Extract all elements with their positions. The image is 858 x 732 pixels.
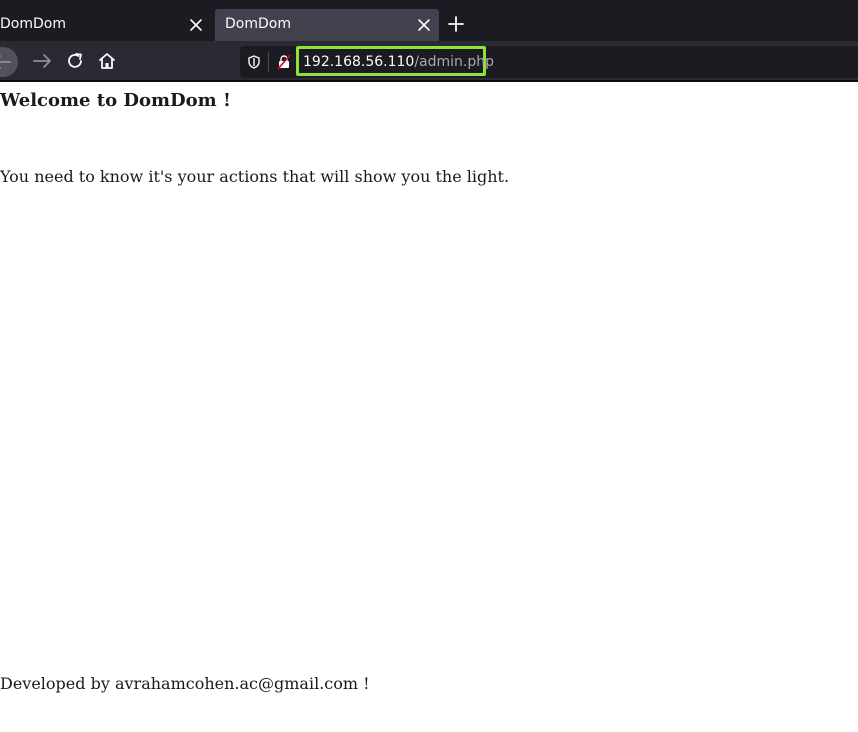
arrow-left-icon: [0, 55, 11, 69]
url-text[interactable]: 192.168.56.110/admin.php: [303, 54, 494, 70]
close-icon[interactable]: [189, 18, 203, 32]
tab-strip: DomDom DomDom: [0, 0, 858, 41]
reload-icon[interactable]: [64, 50, 86, 72]
page-heading: Welcome to DomDom !: [0, 90, 231, 111]
toolbar-divider: [0, 80, 858, 82]
tab-title: DomDom: [225, 16, 291, 32]
url-bar[interactable]: 192.168.56.110/admin.php: [240, 46, 858, 78]
tab-domdom-2[interactable]: DomDom: [215, 9, 439, 41]
page-footer: Developed by avrahamcohen.ac@gmail.com !: [0, 674, 370, 693]
url-path: /admin.php: [414, 54, 495, 70]
tab-title: DomDom: [0, 16, 66, 32]
url-host: 192.168.56.110: [303, 54, 415, 70]
navigation-bar: 192.168.56.110/admin.php: [0, 41, 858, 81]
plus-icon[interactable]: [446, 14, 466, 34]
back-button[interactable]: [0, 47, 18, 77]
tab-domdom-1[interactable]: DomDom: [0, 9, 214, 41]
url-highlight-box: 192.168.56.110/admin.php: [296, 46, 494, 76]
insecure-lock-icon[interactable]: [276, 54, 292, 70]
page-message: You need to know it's your actions that …: [0, 167, 510, 186]
close-icon[interactable]: [417, 18, 431, 32]
arrow-right-icon[interactable]: [31, 50, 53, 72]
home-icon[interactable]: [96, 50, 118, 72]
shield-icon[interactable]: [246, 54, 262, 70]
url-bar-separator: [268, 52, 269, 72]
